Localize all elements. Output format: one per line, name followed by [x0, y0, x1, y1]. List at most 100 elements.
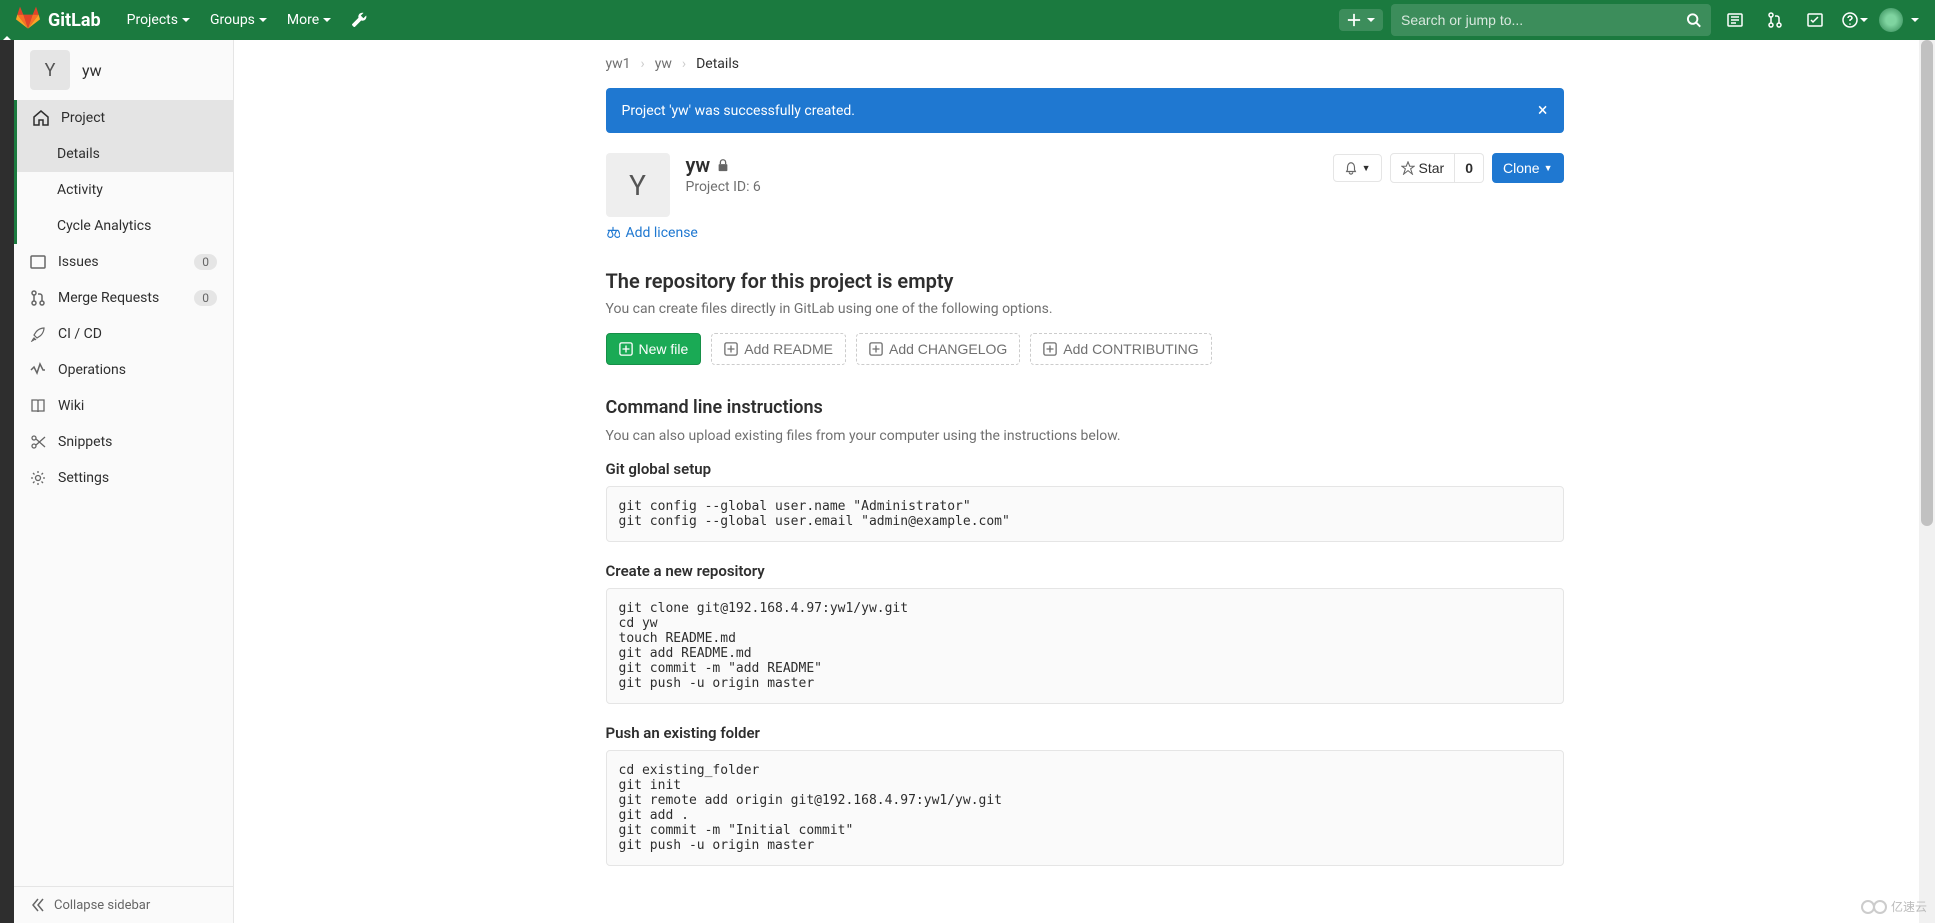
main-content: yw1 › yw › Details Project 'yw' was succ… [234, 40, 1935, 923]
git-setup-code[interactable]: git config --global user.name "Administr… [606, 486, 1564, 542]
collapse-sidebar-button[interactable]: Collapse sidebar [14, 886, 233, 923]
search-icon [1686, 12, 1701, 28]
sidebar-item-label: Wiki [58, 398, 84, 414]
plus-square-icon [869, 342, 883, 356]
mr-count-badge: 0 [194, 290, 217, 306]
sidebar-section-project: Project Details Activity Cycle Analytics [14, 100, 233, 244]
file-buttons-row: New file Add README Add CHANGELOG Add CO… [606, 333, 1564, 365]
sidebar-item-operations[interactable]: Operations [14, 352, 233, 388]
sidebar-item-wiki[interactable]: Wiki [14, 388, 233, 424]
sidebar-item-cicd[interactable]: CI / CD [14, 316, 233, 352]
project-name-text: yw [686, 153, 711, 177]
clone-dropdown[interactable]: Clone ▼ [1492, 153, 1564, 183]
collapse-sidebar-label: Collapse sidebar [54, 898, 150, 913]
create-repo-title: Create a new repository [606, 562, 1564, 580]
merge-requests-icon-btn[interactable] [1759, 4, 1791, 36]
sidebar-item-settings[interactable]: Settings [14, 460, 233, 496]
window-frame-sliver [0, 40, 14, 923]
sidebar-project-name: yw [82, 61, 102, 80]
add-changelog-button[interactable]: Add CHANGELOG [856, 333, 1020, 365]
avatar-icon [1879, 8, 1903, 32]
nav-admin-wrench[interactable] [341, 0, 377, 40]
plus-square-icon [619, 342, 633, 356]
breadcrumb-separator: › [682, 56, 686, 72]
book-icon [30, 398, 46, 414]
sidebar-item-label: Issues [58, 254, 99, 270]
issues-count-badge: 0 [194, 254, 217, 270]
notifications-dropdown[interactable]: ▼ [1333, 154, 1382, 182]
sidebar-item-label: Cycle Analytics [57, 218, 151, 234]
project-id-label: Project ID: 6 [686, 179, 761, 195]
nav-more[interactable]: More [277, 0, 341, 40]
sidebar-item-issues[interactable]: Issues 0 [14, 244, 233, 280]
chevron-down-icon [323, 18, 331, 22]
nav-groups[interactable]: Groups [200, 0, 277, 40]
chevron-down-icon: ▼ [1362, 163, 1371, 173]
help-icon-btn[interactable] [1839, 4, 1871, 36]
search-box[interactable] [1391, 4, 1711, 36]
add-license-label: Add license [626, 225, 698, 241]
add-contributing-button[interactable]: Add CONTRIBUTING [1030, 333, 1211, 365]
add-readme-button[interactable]: Add README [711, 333, 846, 365]
lock-icon [716, 158, 730, 172]
new-menu-button[interactable] [1339, 9, 1383, 31]
chevron-down-icon [1911, 18, 1919, 22]
add-license-link[interactable]: Add license [606, 225, 1564, 241]
user-menu[interactable] [1879, 4, 1919, 36]
plus-square-icon [724, 342, 738, 356]
empty-repo-subtitle: You can create files directly in GitLab … [606, 301, 1564, 317]
create-repo-code[interactable]: git clone git@192.168.4.97:yw1/yw.git cd… [606, 588, 1564, 704]
brand-name[interactable]: GitLab [48, 10, 101, 31]
sidebar-item-snippets[interactable]: Snippets [14, 424, 233, 460]
new-file-label: New file [639, 341, 689, 357]
push-folder-code[interactable]: cd existing_folder git init git remote a… [606, 750, 1564, 866]
sidebar-item-label: Project [61, 110, 105, 126]
success-alert: Project 'yw' was successfully created. × [606, 88, 1564, 133]
gear-icon [30, 470, 46, 486]
cli-instructions-subtitle: You can also upload existing files from … [606, 428, 1564, 444]
nav-projects[interactable]: Projects [117, 0, 200, 40]
scrollbar-thumb[interactable] [1921, 40, 1933, 526]
breadcrumb-link[interactable]: yw1 [606, 56, 631, 72]
add-readme-label: Add README [744, 341, 833, 357]
navbar-right [1339, 4, 1919, 36]
sidebar-item-label: Settings [58, 470, 109, 486]
gitlab-logo-icon[interactable] [16, 6, 48, 34]
chevron-down-icon [259, 18, 267, 22]
sidebar-item-merge-requests[interactable]: Merge Requests 0 [14, 280, 233, 316]
sidebar-item-label: CI / CD [58, 326, 102, 342]
project-actions: ▼ Star 0 Clone ▼ [1333, 153, 1564, 183]
chevron-left-double-icon [30, 897, 46, 913]
sidebar-item-cycle-analytics[interactable]: Cycle Analytics [17, 208, 233, 244]
star-count[interactable]: 0 [1455, 153, 1484, 183]
sidebar-item-label: Snippets [58, 434, 112, 450]
breadcrumb-link[interactable]: yw [655, 56, 672, 72]
todos-icon-btn[interactable] [1799, 4, 1831, 36]
project-header: Y yw Project ID: 6 ▼ [606, 153, 1564, 217]
project-avatar-large: Y [606, 153, 670, 217]
cli-instructions-title: Command line instructions [606, 397, 1564, 418]
home-icon [33, 110, 49, 126]
sidebar-item-project[interactable]: Project [17, 100, 233, 136]
sidebar-item-activity[interactable]: Activity [17, 172, 233, 208]
scrollbar-track[interactable] [1919, 40, 1935, 923]
scissors-icon [30, 434, 46, 450]
issues-icon-btn[interactable] [1719, 4, 1751, 36]
license-icon [606, 226, 620, 240]
nav-groups-label: Groups [210, 12, 255, 28]
new-file-button[interactable]: New file [606, 333, 702, 365]
issues-icon [30, 254, 46, 270]
sidebar-item-details[interactable]: Details [17, 136, 233, 172]
empty-repo-title: The repository for this project is empty [606, 269, 1564, 293]
star-button[interactable]: Star [1390, 153, 1456, 183]
alert-message: Project 'yw' was successfully created. [622, 103, 855, 119]
close-icon[interactable]: × [1538, 100, 1548, 121]
chevron-down-icon [1367, 18, 1375, 22]
chevron-down-icon: ▼ [1544, 163, 1553, 173]
bell-icon [1344, 161, 1358, 175]
add-changelog-label: Add CHANGELOG [889, 341, 1007, 357]
sidebar-project-header[interactable]: Y yw [14, 40, 233, 100]
sidebar: Y yw Project Details Activity Cycle Anal… [14, 40, 234, 923]
search-input[interactable] [1401, 12, 1686, 28]
chevron-down-icon [182, 18, 190, 22]
